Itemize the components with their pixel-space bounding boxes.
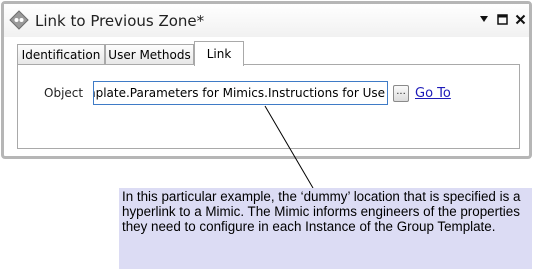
go-to-link[interactable]: Go To — [415, 86, 451, 101]
browse-button[interactable]: ... — [393, 85, 409, 102]
object-field[interactable]: nplate.Parameters for Mimics.Instruction… — [93, 81, 388, 105]
dialog-window: Link to Previous Zone* Identification Us… — [1, 1, 532, 159]
tab-link[interactable]: Link — [194, 41, 244, 66]
window-title: Link to Previous Zone* — [35, 12, 205, 30]
close-icon[interactable] — [512, 11, 528, 27]
callout-note: In this particular example, the ‘dummy’ … — [119, 188, 532, 269]
maximize-icon[interactable] — [494, 11, 510, 27]
chevron-down-icon[interactable] — [476, 11, 492, 27]
link-panel: Object nplate.Parameters for Mimics.Inst… — [17, 64, 520, 149]
app-icon — [9, 10, 29, 30]
tab-identification[interactable]: Identification — [17, 44, 105, 65]
title-bar[interactable]: Link to Previous Zone* — [4, 4, 529, 37]
tab-user-methods[interactable]: User Methods — [105, 44, 194, 65]
object-label: Object — [44, 86, 84, 100]
